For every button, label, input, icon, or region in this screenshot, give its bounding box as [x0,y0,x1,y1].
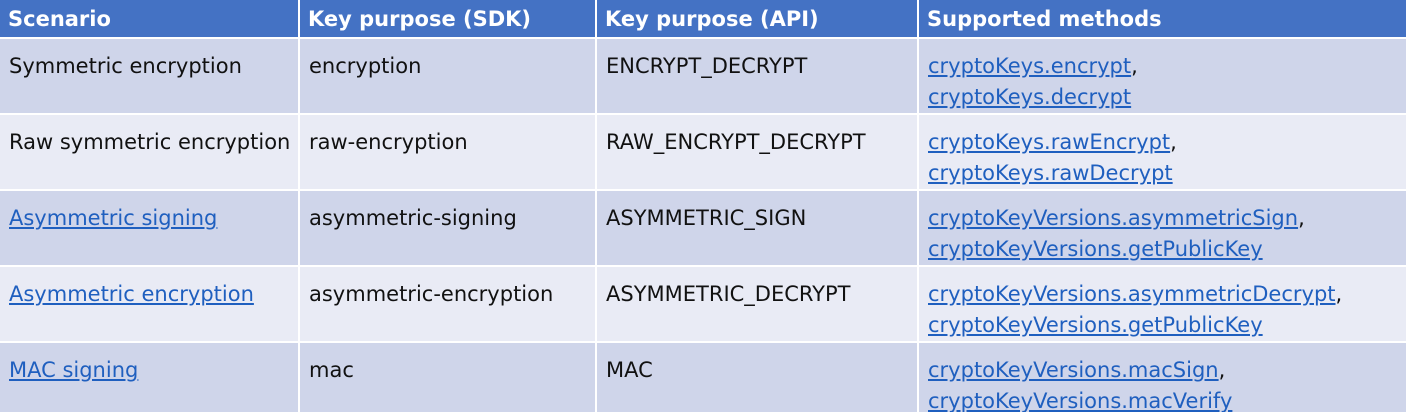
header-key-purpose-api: Key purpose (API) [596,0,919,39]
scenario-text: Raw symmetric encryption [9,130,291,154]
methods-cell: cryptoKeyVersions.asymmetricDecrypt, cry… [918,266,1406,343]
api-purpose-cell: ASYMMETRIC_SIGN [596,190,919,267]
methods-cell: cryptoKeyVersions.asymmetricSign, crypto… [918,190,1406,267]
header-row: Scenario Key purpose (SDK) Key purpose (… [0,0,1406,39]
scenario-cell: Raw symmetric encryption [0,114,300,191]
method-link[interactable]: cryptoKeyVersions.asymmetricDecrypt [928,282,1336,306]
method-link[interactable]: cryptoKeyVersions.getPublicKey [928,237,1263,261]
sdk-purpose-cell: asymmetric-signing [299,190,597,267]
table-row: Symmetric encryption encryption ENCRYPT_… [0,38,1406,115]
sdk-purpose-cell: mac [299,342,597,412]
api-purpose-cell: ASYMMETRIC_DECRYPT [596,266,919,343]
methods-cell: cryptoKeyVersions.macSign, cryptoKeyVers… [918,342,1406,412]
header-key-purpose-sdk: Key purpose (SDK) [299,0,597,39]
table-row: MAC signing mac MAC cryptoKeyVersions.ma… [0,342,1406,412]
scenario-link[interactable]: Asymmetric signing [9,206,217,230]
table-row: Asymmetric encryption asymmetric-encrypt… [0,266,1406,343]
scenario-cell: MAC signing [0,342,300,412]
table-row: Raw symmetric encryption raw-encryption … [0,114,1406,191]
scenario-link[interactable]: Asymmetric encryption [9,282,254,306]
api-purpose-cell: MAC [596,342,919,412]
method-link[interactable]: cryptoKeys.encrypt [928,54,1131,78]
scenario-cell: Asymmetric encryption [0,266,300,343]
header-scenario: Scenario [0,0,300,39]
scenario-cell: Symmetric encryption [0,38,300,115]
method-link[interactable]: cryptoKeyVersions.macSign [928,358,1219,382]
method-link[interactable]: cryptoKeys.rawDecrypt [928,161,1173,185]
scenario-text: Symmetric encryption [9,54,242,78]
scenario-cell: Asymmetric signing [0,190,300,267]
method-link[interactable]: cryptoKeys.decrypt [928,85,1131,109]
key-purpose-table: Scenario Key purpose (SDK) Key purpose (… [0,0,1406,412]
api-purpose-cell: RAW_ENCRYPT_DECRYPT [596,114,919,191]
method-link[interactable]: cryptoKeyVersions.getPublicKey [928,313,1263,337]
sdk-purpose-cell: raw-encryption [299,114,597,191]
method-link[interactable]: cryptoKeys.rawEncrypt [928,130,1170,154]
methods-cell: cryptoKeys.encrypt, cryptoKeys.decrypt [918,38,1406,115]
table-row: Asymmetric signing asymmetric-signing AS… [0,190,1406,267]
scenario-link[interactable]: MAC signing [9,358,138,382]
methods-cell: cryptoKeys.rawEncrypt, cryptoKeys.rawDec… [918,114,1406,191]
api-purpose-cell: ENCRYPT_DECRYPT [596,38,919,115]
method-link[interactable]: cryptoKeyVersions.macVerify [928,389,1232,412]
header-supported-methods: Supported methods [918,0,1406,39]
sdk-purpose-cell: encryption [299,38,597,115]
method-link[interactable]: cryptoKeyVersions.asymmetricSign [928,206,1298,230]
sdk-purpose-cell: asymmetric-encryption [299,266,597,343]
